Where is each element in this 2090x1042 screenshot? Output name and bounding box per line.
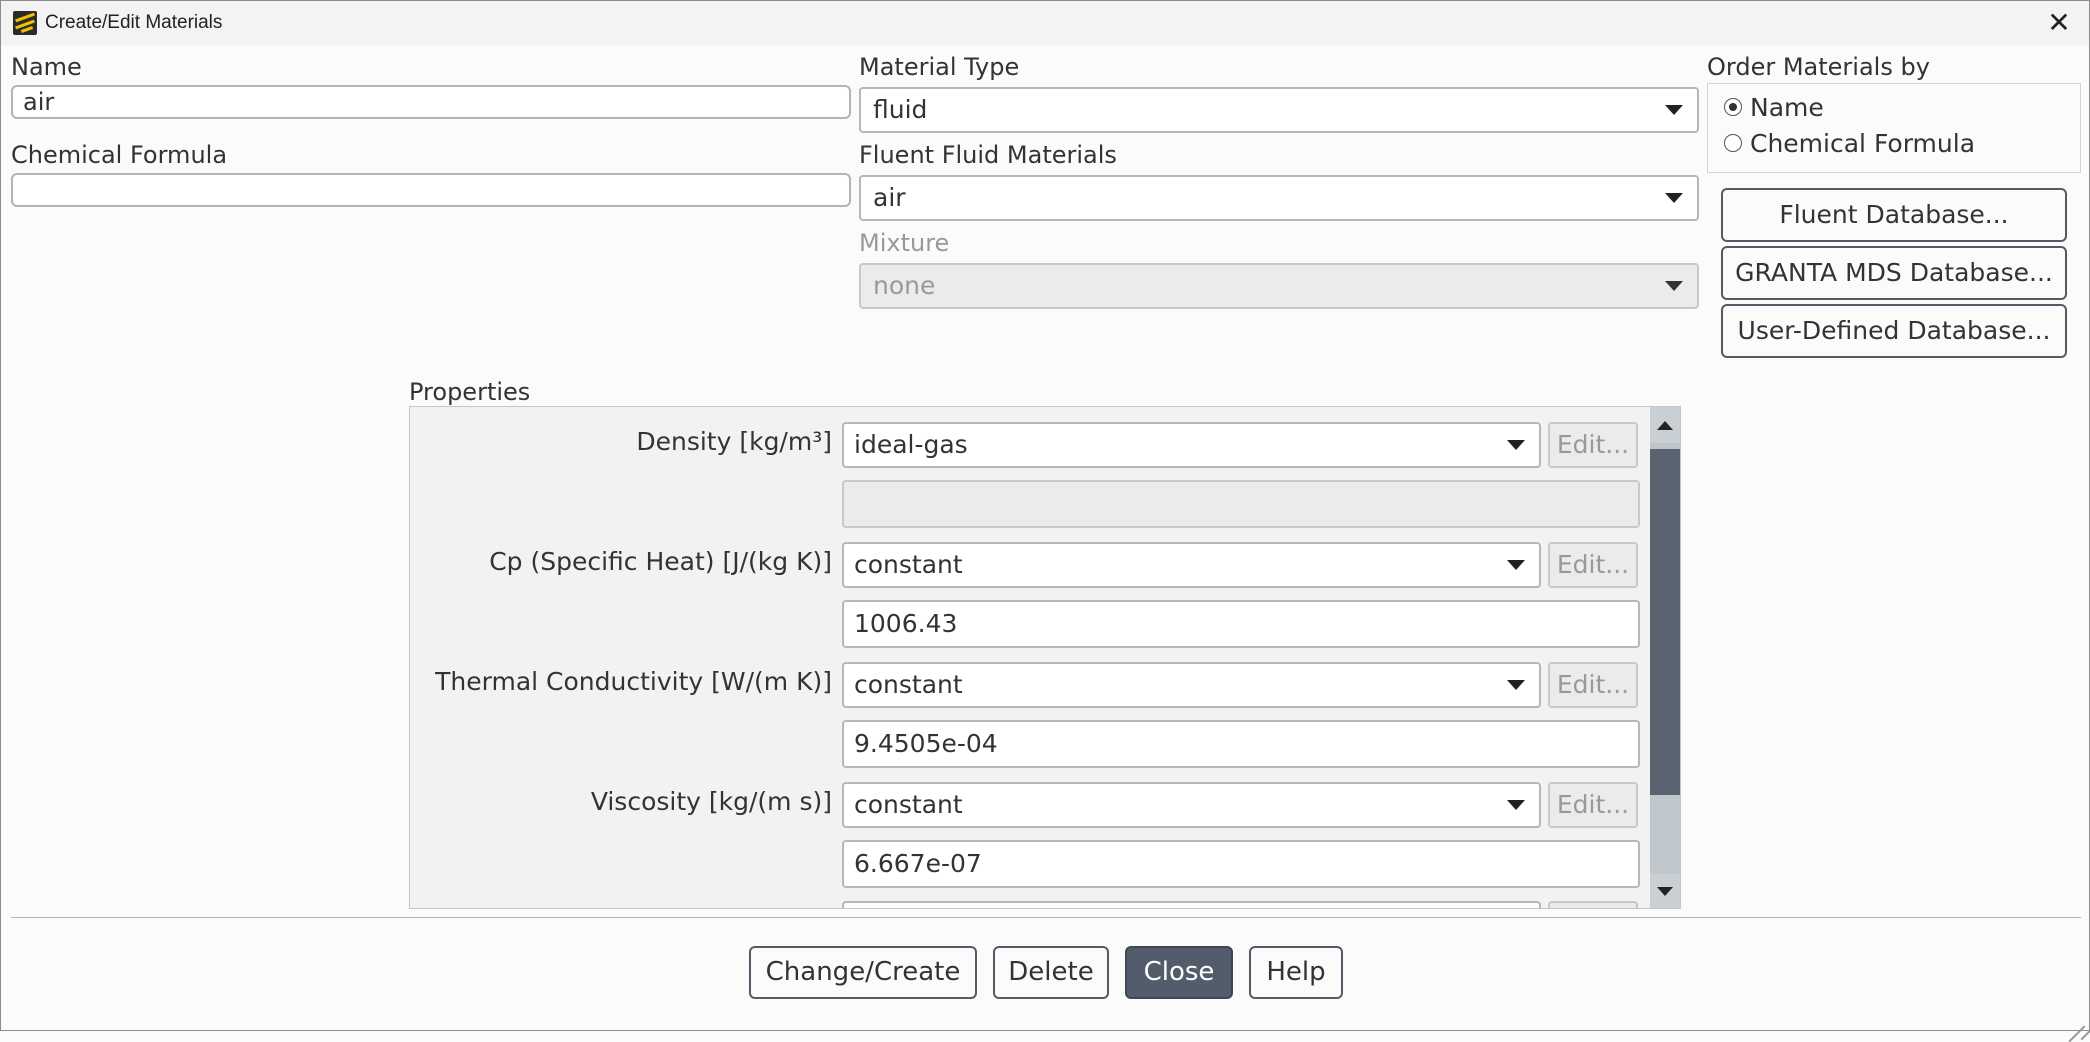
chevron-down-icon [1665,105,1683,115]
material-type-label: Material Type [859,53,1020,81]
order-by-formula-label: Chemical Formula [1750,129,1976,158]
properties-scrollbar[interactable] [1650,407,1680,908]
window-title: Create/Edit Materials [45,12,223,33]
cp-label: Cp (Specific Heat) [J/(kg K)] [489,547,832,576]
name-label: Name [11,53,82,81]
footer-divider [11,917,2081,918]
order-by-name-label: Name [1750,93,1824,122]
cp-method-value: constant [854,550,963,579]
title-bar: Create/Edit Materials ✕ [1,1,2089,45]
mixture-dropdown: none [859,263,1699,309]
fluent-app-icon [13,11,37,35]
next-property-edit-button [1548,901,1638,908]
materials-dialog: Create/Edit Materials ✕ Name air Chemica… [0,0,2090,1031]
radio-selected-icon[interactable] [1724,98,1742,116]
name-field[interactable]: air [11,85,851,119]
chemical-formula-label: Chemical Formula [11,141,228,169]
thermal-conductivity-method-dropdown[interactable]: constant [842,662,1541,708]
material-type-value: fluid [873,95,928,124]
density-method-value: ideal-gas [854,430,968,459]
scroll-up-button[interactable] [1650,407,1680,443]
chevron-down-icon [1507,440,1525,450]
order-by-formula-option[interactable]: Chemical Formula [1724,129,1975,158]
close-button[interactable]: Close [1125,946,1233,999]
radio-unselected-icon[interactable] [1724,134,1742,152]
fluent-fluid-materials-label: Fluent Fluid Materials [859,141,1117,169]
close-icon[interactable]: ✕ [2043,7,2075,39]
arrow-up-icon [1657,421,1673,430]
density-method-dropdown[interactable]: ideal-gas [842,422,1541,468]
scrollbar-thumb[interactable] [1650,449,1680,795]
cp-edit-button: Edit... [1548,542,1638,588]
cp-method-dropdown[interactable]: constant [842,542,1541,588]
viscosity-label: Viscosity [kg/(m s)] [590,787,832,816]
order-by-label: Order Materials by [1707,53,1930,81]
viscosity-edit-button: Edit... [1548,782,1638,828]
chevron-down-icon [1507,560,1525,570]
chevron-down-icon [1507,680,1525,690]
cp-value-field[interactable]: 1006.43 [842,600,1640,648]
chevron-down-icon [1507,800,1525,810]
density-edit-button: Edit... [1548,422,1638,468]
density-label: Density [kg/m³] [636,427,832,456]
resize-grip-icon[interactable] [2067,1008,2085,1026]
order-by-group: Name Chemical Formula [1707,83,2081,173]
properties-panel: Density [kg/m³] ideal-gas Edit... Cp (Sp… [409,406,1681,909]
fluent-database-button[interactable]: Fluent Database... [1721,188,2067,242]
chevron-down-icon [1665,193,1683,203]
mixture-value: none [873,271,936,300]
viscosity-value-field[interactable]: 6.667e-07 [842,840,1640,888]
scroll-down-button[interactable] [1650,874,1680,908]
viscosity-method-value: constant [854,790,963,819]
density-value-field [842,480,1640,528]
thermal-conductivity-value-field[interactable]: 9.4505e-04 [842,720,1640,768]
help-button[interactable]: Help [1249,946,1343,999]
chemical-formula-field[interactable] [11,173,851,207]
change-create-button[interactable]: Change/Create [749,946,977,999]
material-type-dropdown[interactable]: fluid [859,87,1699,133]
arrow-down-icon [1657,887,1673,896]
thermal-conductivity-label: Thermal Conductivity [W/(m K)] [435,667,832,696]
user-defined-database-button[interactable]: User-Defined Database... [1721,304,2067,358]
thermal-conductivity-method-value: constant [854,670,963,699]
delete-button[interactable]: Delete [993,946,1109,999]
fluent-fluid-materials-value: air [873,183,906,212]
fluent-fluid-materials-dropdown[interactable]: air [859,175,1699,221]
thermal-conductivity-edit-button: Edit... [1548,662,1638,708]
mixture-label: Mixture [859,229,950,257]
order-by-name-option[interactable]: Name [1724,93,1824,122]
granta-mds-database-button[interactable]: GRANTA MDS Database... [1721,246,2067,300]
next-property-dropdown[interactable] [842,901,1541,908]
viscosity-method-dropdown[interactable]: constant [842,782,1541,828]
chevron-down-icon [1665,281,1683,291]
properties-label: Properties [409,378,531,406]
